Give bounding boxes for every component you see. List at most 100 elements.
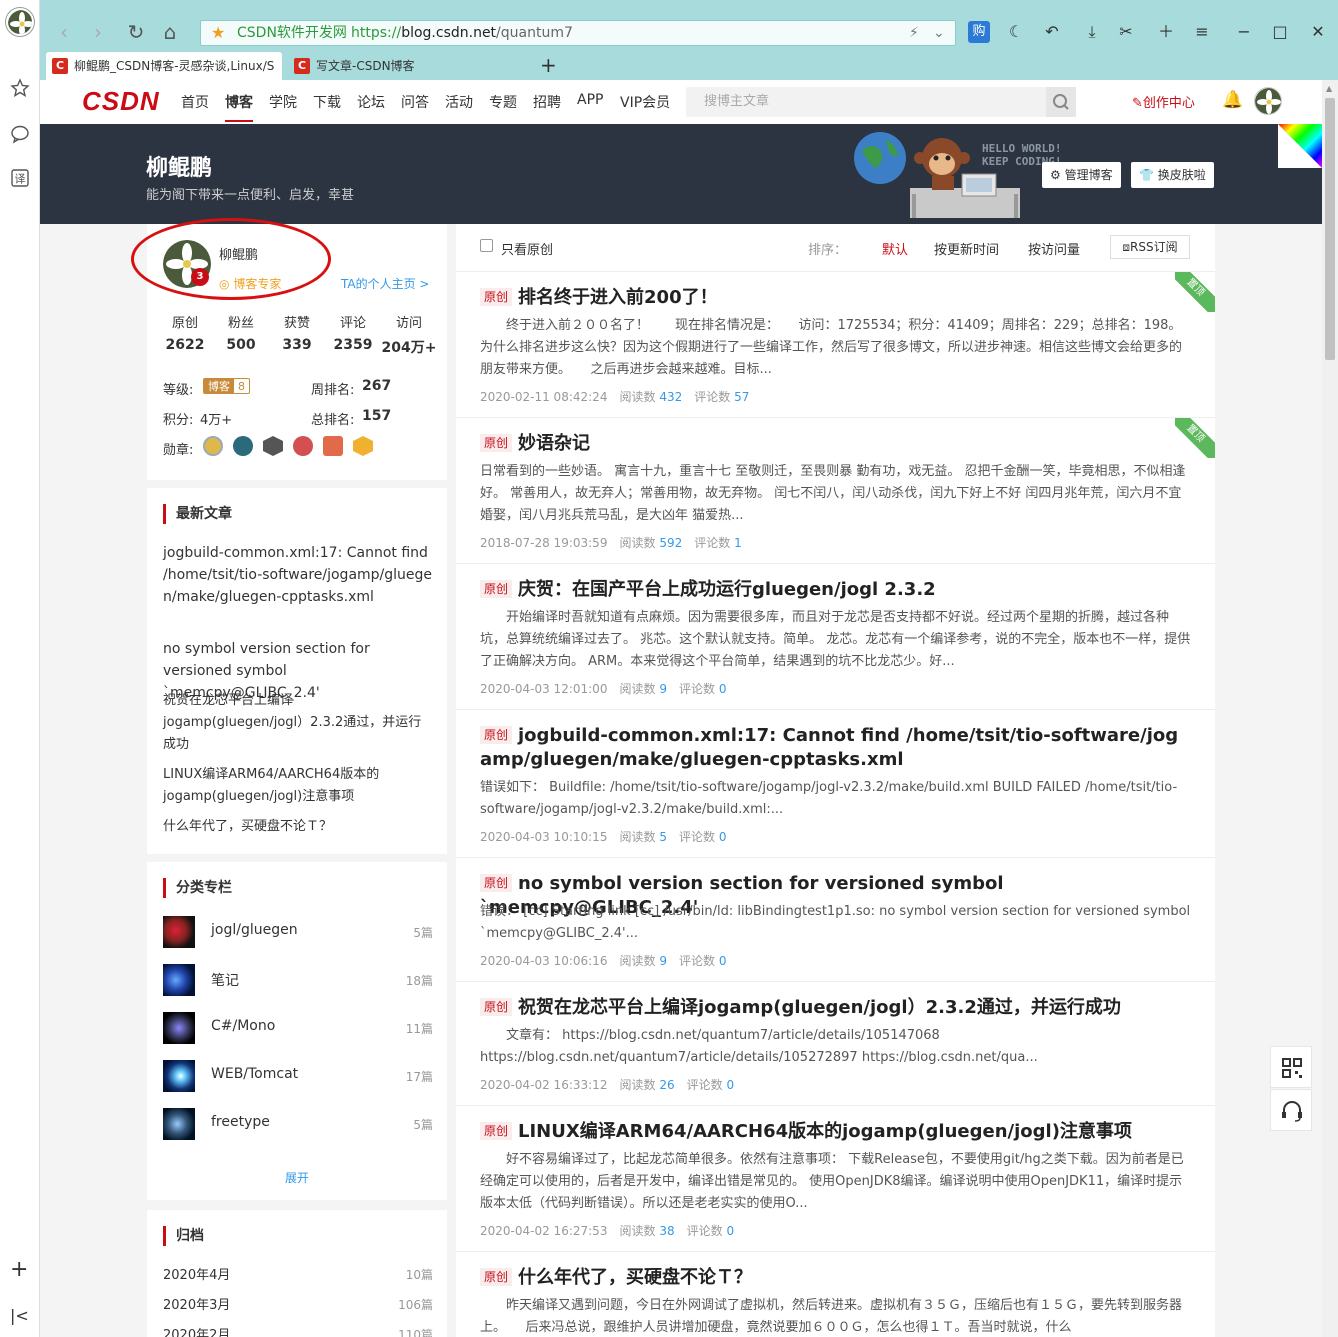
article-title[interactable]: 原创 LINUX编译ARM64/AARCH64版本的jogamp(gluegen/… (480, 1120, 1190, 1144)
rss-button[interactable]: ⧈RSS订阅 (1110, 235, 1190, 259)
latest-item[interactable]: jogbuild-common.xml:17: Cannot find /hom… (163, 542, 435, 608)
tab-blog[interactable]: C 柳鲲鹏_CSDN博客-灵感杂谈,Linux/S (46, 52, 282, 80)
collapse-sidebar-icon[interactable]: |< (10, 1306, 29, 1325)
translate-icon[interactable]: 译 (10, 168, 30, 188)
nav-academy[interactable]: 学院 (269, 92, 297, 112)
article-title[interactable]: 原创 庆贺：在国产平台上成功运行gluegen/jogl 2.3.2 (480, 578, 1190, 602)
archive-item[interactable]: 2020年3月 106篇 (163, 1294, 433, 1314)
customer-service-button[interactable] (1270, 1089, 1312, 1131)
archive-item[interactable]: 2020年2月 110篇 (163, 1324, 433, 1337)
maximize-icon[interactable]: □ (1268, 20, 1292, 44)
address-bar[interactable]: ★ CSDN软件开发网 https://blog.csdn.net/quantu… (200, 20, 956, 46)
category-name: 笔记 (211, 973, 239, 989)
moon-icon[interactable]: ☾ (1004, 20, 1028, 44)
article-item[interactable]: 置顶 原创 妙语杂记 日常看到的一些妙语。 寓言十九，重言十七 至敬则迁，至畏则暴… (456, 418, 1215, 564)
sort-default[interactable]: 默认 (882, 239, 908, 258)
nav-jobs[interactable]: 招聘 (533, 92, 561, 112)
nav-qa[interactable]: 问答 (401, 92, 429, 112)
categories-expand-link[interactable]: 展开 (285, 1169, 309, 1186)
undo-icon[interactable]: ↶ (1040, 20, 1064, 44)
nav-download[interactable]: 下载 (313, 92, 341, 112)
tab-bar: C 柳鲲鹏_CSDN博客-灵感杂谈,Linux/S C 写文章-CSDN博客 + (40, 52, 1338, 80)
change-skin-button[interactable]: 👕 换皮肤啦 (1131, 162, 1214, 188)
back-icon[interactable]: ‹ (52, 20, 76, 44)
article-item[interactable]: 原创 no symbol version section for versione… (456, 858, 1215, 982)
nav-events[interactable]: 活动 (445, 92, 473, 112)
article-item[interactable]: 原创 庆贺：在国产平台上成功运行gluegen/jogl 2.3.2 开始编译时吾… (456, 564, 1215, 710)
medal-1024-icon[interactable] (293, 436, 313, 456)
stat-original[interactable]: 原创 2622 (155, 312, 215, 353)
browser-avatar[interactable] (6, 8, 34, 36)
sort-by-visits[interactable]: 按访问量 (1028, 239, 1080, 258)
menu-icon[interactable]: ≡ (1190, 20, 1214, 44)
add-panel-icon[interactable]: + (10, 1259, 28, 1281)
home-page-link[interactable]: TA的个人主页 > (341, 275, 429, 292)
qrcode-button[interactable] (1270, 1046, 1312, 1088)
article-item[interactable]: 原创 什么年代了，买硬盘不论Ｔ？ 昨天编译又遇到问题，今日在外网调试了虚拟机，然后… (456, 1252, 1215, 1337)
stat-fans[interactable]: 粉丝 500 (211, 312, 271, 353)
medal-hex-icon[interactable] (263, 436, 283, 456)
create-center-link[interactable]: ✎创作中心 (1132, 92, 1195, 111)
nav-forum[interactable]: 论坛 (357, 92, 385, 112)
scrollbar-thumb[interactable] (1325, 98, 1335, 360)
latest-item[interactable]: 什么年代了，买硬盘不论Ｔ？ (163, 816, 435, 838)
article-item[interactable]: 原创 祝贺在龙芯平台上编译jogamp(gluegen/jogl）2.3.2通过，… (456, 982, 1215, 1106)
csdn-logo[interactable]: CSDN (82, 86, 160, 117)
home-icon[interactable]: ⌂ (158, 20, 182, 44)
scissors-icon[interactable]: ✂ (1114, 20, 1138, 44)
nav-blog[interactable]: 博客 (225, 92, 253, 122)
manage-blog-button[interactable]: ⚙ 管理博客 (1042, 162, 1121, 188)
category-item[interactable]: WEB/Tomcat 17篇 (163, 1060, 433, 1092)
nav-topics[interactable]: 专题 (489, 92, 517, 112)
article-title[interactable]: 原创 祝贺在龙芯平台上编译jogamp(gluegen/jogl）2.3.2通过，… (480, 996, 1190, 1020)
shopping-icon[interactable]: 购 (968, 21, 990, 43)
close-window-icon[interactable]: ✕ (1306, 20, 1330, 44)
latest-item[interactable]: LINUX编译ARM64/AARCH64版本的jogamp(gluegen/jo… (163, 764, 435, 808)
nav-app[interactable]: APP (577, 92, 603, 108)
article-item[interactable]: 原创 jogbuild-common.xml:17: Cannot find /h… (456, 710, 1215, 858)
medal-50-icon[interactable] (203, 436, 223, 456)
search-icon[interactable] (1046, 87, 1076, 117)
category-item[interactable]: C#/Mono 11篇 (163, 1012, 433, 1044)
refresh-icon[interactable]: ↻ (124, 20, 148, 44)
article-title[interactable]: 原创 排名终于进入前200了！ (480, 286, 1190, 310)
chat-icon[interactable] (10, 124, 30, 144)
stat-likes[interactable]: 获赞 339 (267, 312, 327, 353)
minimize-icon[interactable]: − (1232, 20, 1256, 44)
article-title[interactable]: 原创 什么年代了，买硬盘不论Ｔ？ (480, 1266, 1190, 1290)
scrollbar-up-icon[interactable]: ▲ (1326, 84, 1332, 93)
category-item[interactable]: freetype 5篇 (163, 1108, 433, 1140)
comment-label: 评论数 (678, 954, 715, 968)
latest-item[interactable]: 祝贺在龙芯平台上编译jogamp(gluegen/jogl）2.3.2通过，并运… (163, 690, 431, 756)
medal-calendar-icon[interactable] (323, 436, 343, 456)
star-icon[interactable] (10, 78, 30, 98)
address-dropdown-icon[interactable]: ⌄ (933, 21, 945, 45)
new-tab-button[interactable]: + (540, 52, 557, 78)
category-item[interactable]: 笔记 18篇 (163, 964, 433, 996)
forward-icon[interactable]: › (86, 20, 110, 44)
nav-vip[interactable]: VIP会员 (620, 92, 670, 112)
only-original-checkbox[interactable] (480, 239, 493, 252)
lightning-icon[interactable]: ⚡ (909, 21, 919, 45)
bell-icon[interactable]: 🔔 (1222, 90, 1243, 110)
only-original-label[interactable]: 只看原创 (501, 239, 553, 258)
medal-pen-icon[interactable] (353, 436, 373, 456)
download-icon[interactable]: ⤓ (1080, 20, 1104, 44)
article-item[interactable]: 置顶 原创 排名终于进入前200了！ 终于进入前２００名了！ 现在排名情况是： 访… (456, 272, 1215, 418)
blogger-name[interactable]: 柳鲲鹏 (146, 150, 212, 182)
new-window-icon[interactable]: ＋ (1154, 20, 1178, 44)
archive-item[interactable]: 2020年4月 10篇 (163, 1264, 433, 1284)
page-scrollbar[interactable]: ▲ (1322, 80, 1338, 1337)
sort-by-time[interactable]: 按更新时间 (934, 239, 999, 258)
stat-visits[interactable]: 访问 204万+ (379, 312, 439, 357)
nav-home[interactable]: 首页 (181, 92, 209, 112)
article-title[interactable]: 原创 jogbuild-common.xml:17: Cannot find /h… (480, 724, 1190, 772)
article-item[interactable]: 原创 LINUX编译ARM64/AARCH64版本的jogamp(gluegen/… (456, 1106, 1215, 1252)
tab-write[interactable]: C 写文章-CSDN博客 (288, 52, 524, 80)
medal-list-icon[interactable] (233, 436, 253, 456)
article-title[interactable]: 原创 妙语杂记 (480, 432, 1190, 456)
search-input[interactable]: 搜博主文章 (686, 87, 1046, 117)
category-item[interactable]: jogl/gluegen 5篇 (163, 916, 433, 948)
user-avatar[interactable] (1254, 87, 1282, 115)
stat-comments[interactable]: 评论 2359 (323, 312, 383, 353)
